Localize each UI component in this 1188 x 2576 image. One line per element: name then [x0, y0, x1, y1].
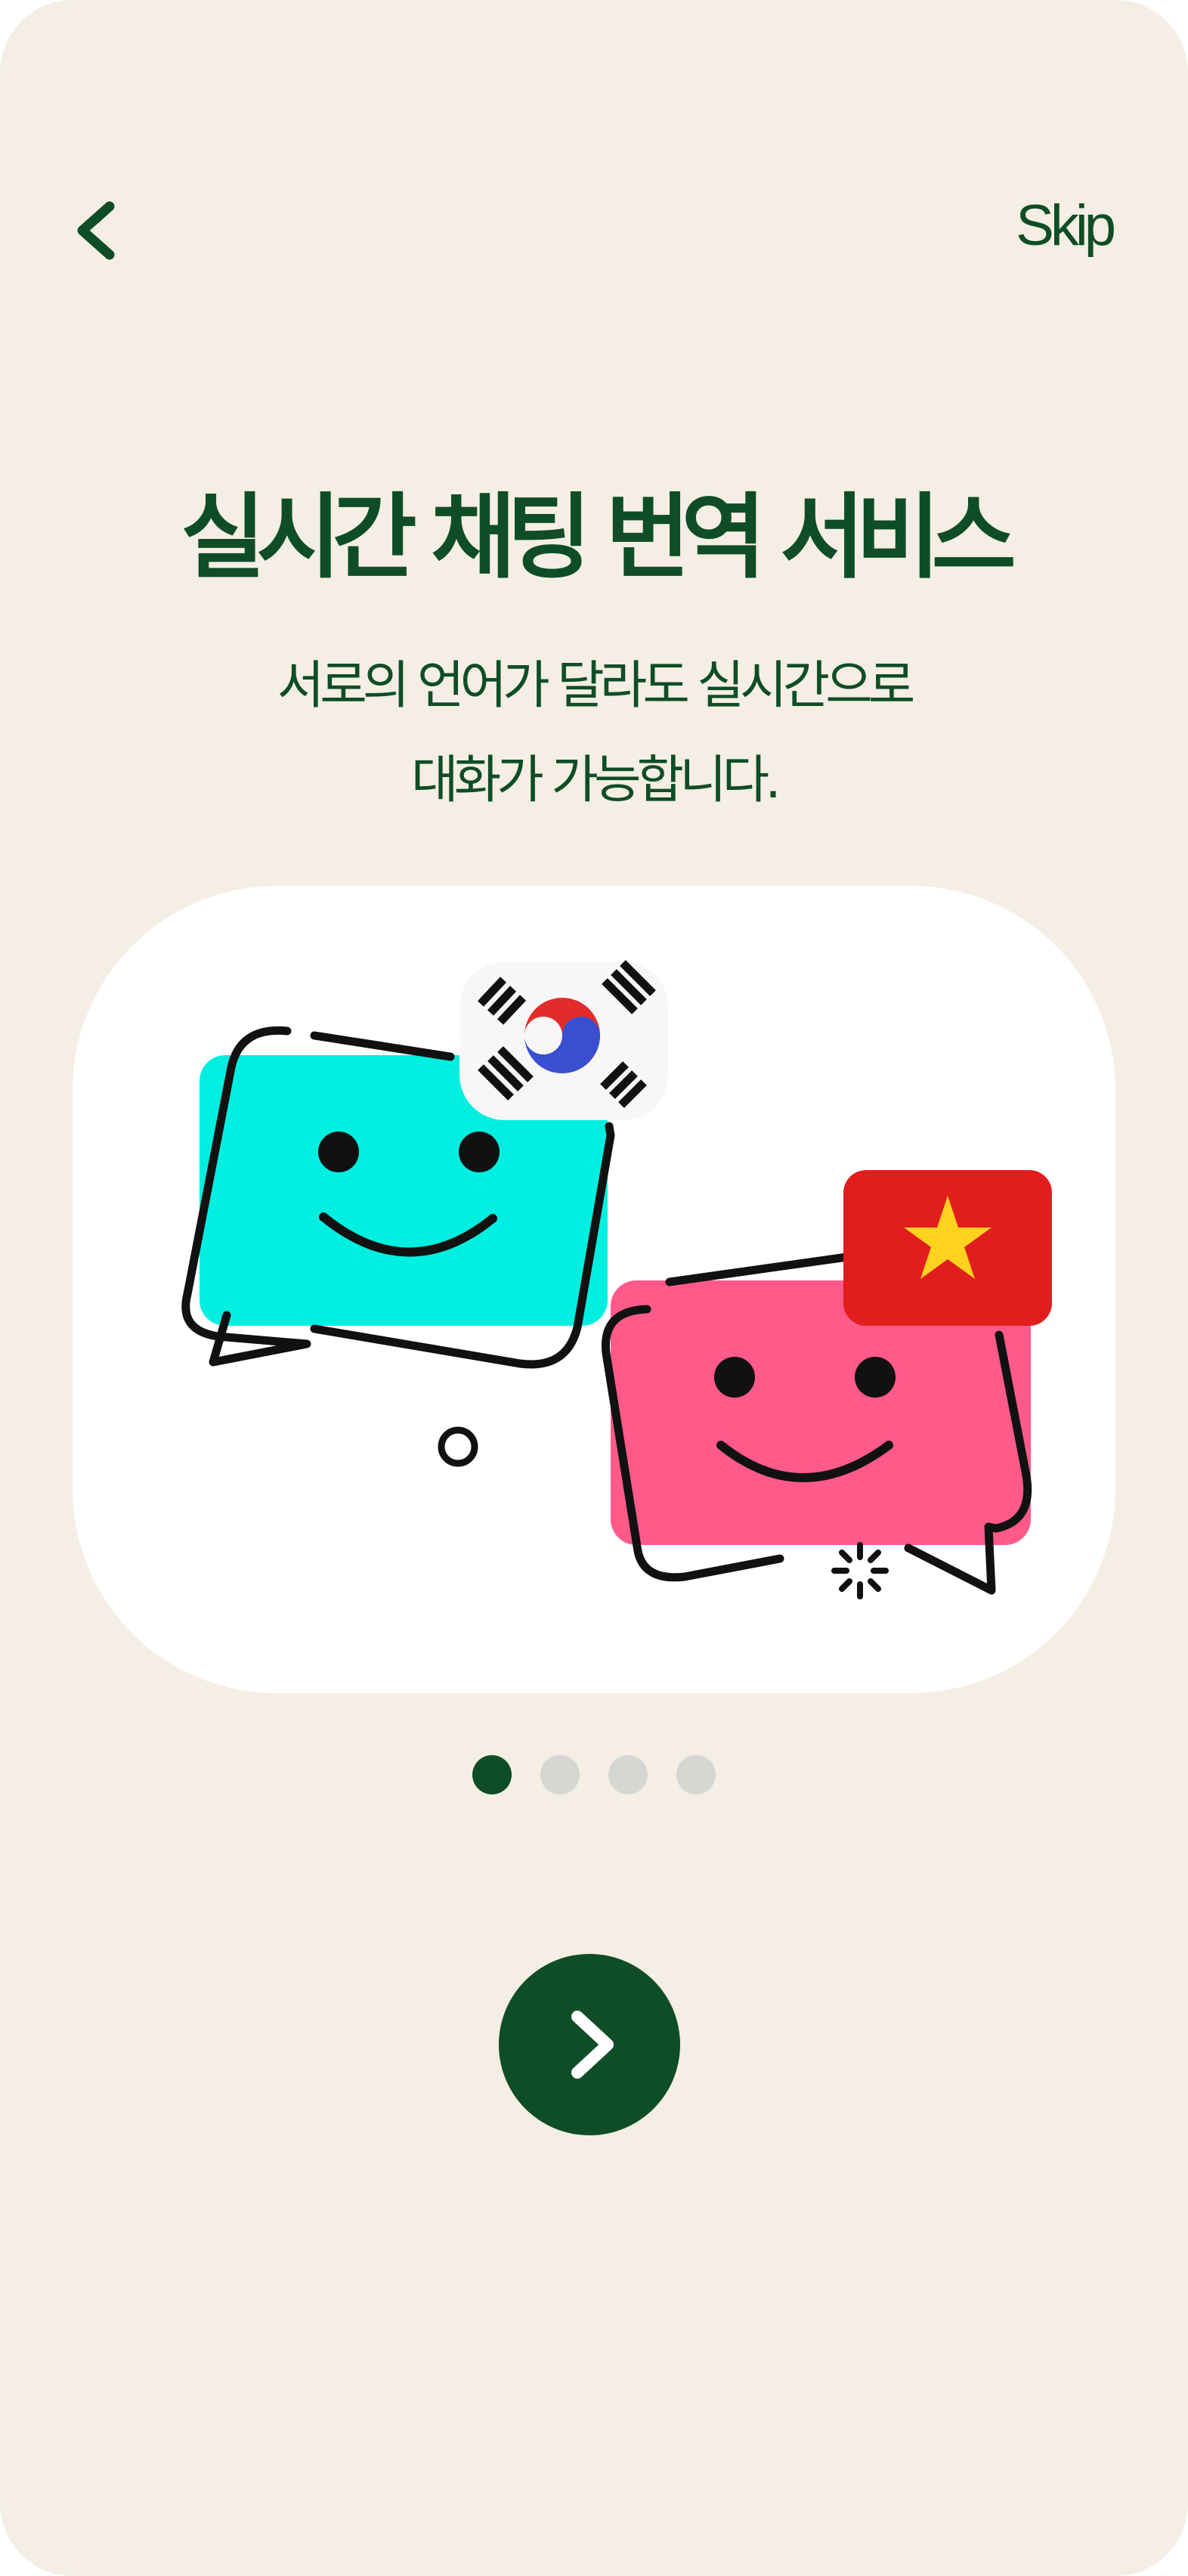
- chat-translation-illustration: [181, 960, 1052, 1599]
- south-korea-flag-icon: [459, 960, 668, 1120]
- page-dot-2[interactable]: [540, 1755, 580, 1794]
- page-dot-1[interactable]: [472, 1755, 512, 1794]
- back-button[interactable]: [54, 189, 138, 272]
- skip-button[interactable]: Skip: [1016, 193, 1116, 259]
- sparkle-icon: [831, 1542, 889, 1599]
- chevron-left-icon: [77, 201, 115, 260]
- dot-decoration: [438, 1426, 478, 1467]
- chevron-right-icon: [571, 2011, 614, 2079]
- subtitle-line-2: 대화가 가능합니다.: [411, 751, 781, 810]
- page-subtitle: 서로의 언어가 달라도 실시간으로 대화가 가능합니다.: [0, 639, 1188, 828]
- page-indicator: [0, 1755, 1188, 1794]
- page-title: 실시간 채팅 번역 서비스: [181, 484, 1016, 591]
- onboarding-screen: Skip 실시간 채팅 번역 서비스 서로의 언어가 달라도 실시간으로 대화가…: [0, 0, 1188, 2576]
- vietnam-flag-icon: [843, 1170, 1052, 1326]
- page-dot-4[interactable]: [676, 1755, 716, 1794]
- subtitle-line-1: 서로의 언어가 달라도 실시간으로: [277, 656, 916, 716]
- illustration-card: [73, 886, 1115, 1693]
- next-button[interactable]: [499, 1954, 680, 2135]
- page-dot-3[interactable]: [608, 1755, 648, 1794]
